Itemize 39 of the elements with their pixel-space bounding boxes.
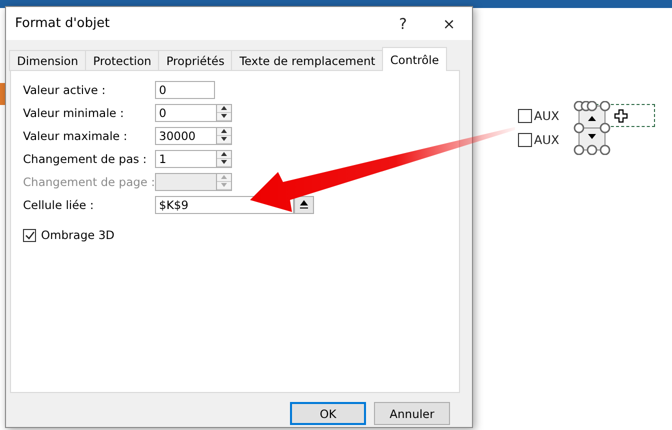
down-arrow-icon — [221, 183, 227, 187]
spin-button[interactable] — [217, 150, 232, 168]
dialog-button[interactable]: OK — [290, 402, 366, 425]
spinner-control-drawing[interactable] — [572, 101, 612, 155]
collapse-icon — [299, 200, 309, 209]
down-arrow-icon — [221, 160, 227, 164]
field-label: Valeur maximale : — [23, 128, 128, 142]
dialog-button[interactable]: Annuler — [374, 402, 450, 425]
field-label: Valeur minimale : — [23, 106, 125, 120]
close-button[interactable]: × — [426, 7, 472, 40]
help-button[interactable]: ? — [380, 7, 426, 40]
field-label: Valeur active : — [23, 82, 106, 96]
tab[interactable]: Contrôle — [382, 47, 447, 71]
down-arrow-icon — [221, 137, 227, 141]
down-arrow-icon — [221, 114, 227, 118]
up-arrow-icon — [221, 129, 227, 133]
input-field[interactable]: 30000 — [155, 126, 217, 144]
spin-button[interactable] — [217, 126, 232, 144]
input-field[interactable]: 1 — [155, 150, 217, 168]
up-arrow-icon — [221, 106, 227, 110]
sheet-checkbox[interactable] — [518, 133, 532, 147]
field-label: Changement de pas : — [23, 152, 148, 166]
field-label: Cellule liée : — [23, 198, 95, 212]
up-arrow-icon — [221, 175, 227, 179]
input-field[interactable] — [155, 172, 217, 190]
checkbox-label: AUX — [534, 133, 560, 147]
collapse-button[interactable] — [294, 196, 314, 214]
checkbox-label: Ombrage 3D — [41, 228, 115, 242]
tab[interactable]: Dimension — [9, 50, 86, 71]
checkbox[interactable] — [23, 228, 36, 242]
checkbox-label: AUX — [534, 109, 560, 123]
sheet-checkbox[interactable] — [518, 109, 532, 123]
up-arrow-icon — [221, 152, 227, 156]
input-field[interactable]: 0 — [155, 80, 215, 98]
spin-button[interactable] — [217, 104, 232, 122]
input-field[interactable]: 0 — [155, 104, 217, 122]
dialog-title: Format d'objet — [15, 16, 111, 31]
cursor-icon — [614, 109, 628, 123]
field-label: Changement de page : — [23, 174, 155, 188]
